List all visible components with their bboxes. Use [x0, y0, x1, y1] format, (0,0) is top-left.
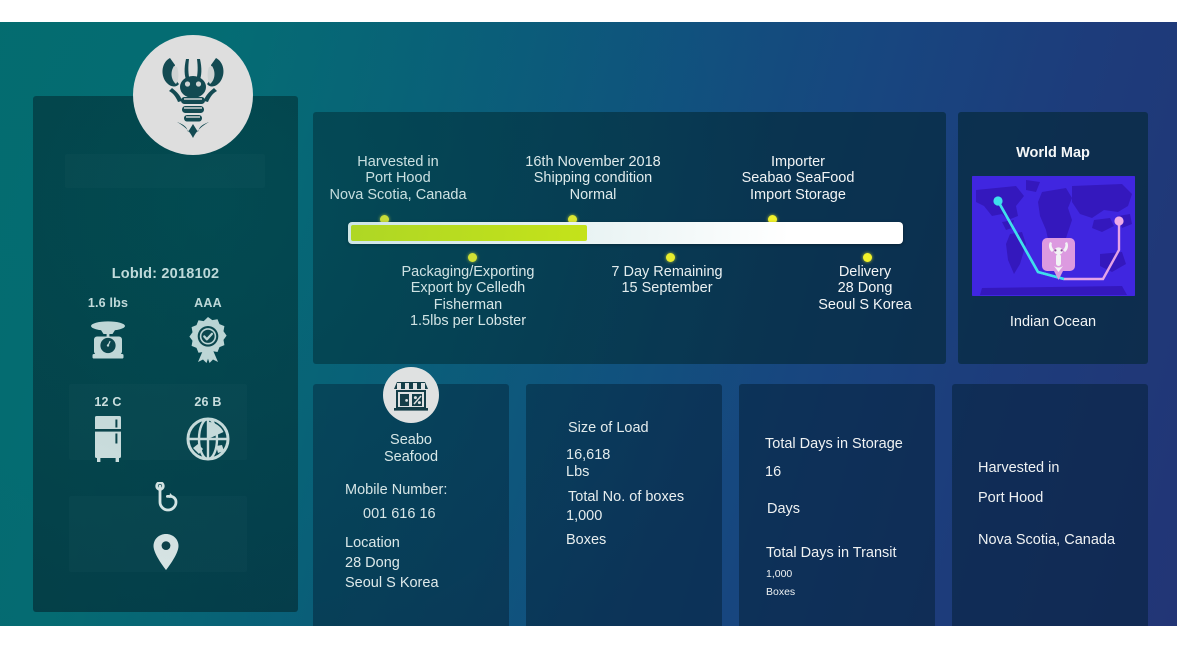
stat-temperature: 12 C — [68, 395, 148, 465]
harvest-place: Port Hood — [978, 490, 1044, 506]
dashboard-canvas: LobId: 2018102 1.6 lbs AAA 12 C 26 B Har… — [0, 22, 1177, 626]
storefront-icon — [383, 367, 439, 423]
destination-marker — [1114, 216, 1124, 226]
timeline-step-above-1: 16th November 2018 Shipping condition No… — [525, 154, 661, 203]
lobster-icon — [162, 58, 224, 138]
timeline-step-below-1: 7 Day Remaining 15 September — [611, 264, 723, 297]
load-boxes-value: 1,000 — [566, 508, 603, 524]
timeline-dot-below-2 — [863, 253, 872, 262]
days-transit-label: Total Days in Transit — [766, 545, 897, 561]
stat-temperature-value: 12 C — [94, 395, 122, 409]
load-size-label: Size of Load — [568, 420, 649, 436]
sidebar-ghost-block-1 — [65, 154, 265, 188]
days-transit-unit: Boxes — [766, 586, 796, 598]
timeline-panel: Harvested in Port Hood Nova Scotia, Cana… — [313, 112, 946, 364]
stat-batch-value: 26 B — [194, 395, 222, 409]
world-map-image[interactable] — [972, 176, 1135, 296]
harvest-card: Harvested in Port Hood Nova Scotia, Cana… — [952, 384, 1148, 626]
days-transit-value: 1,000 — [766, 568, 793, 580]
stat-grade: AAA — [168, 296, 248, 366]
stat-weight: 1.6 lbs — [68, 296, 148, 366]
map-pin-icon — [152, 533, 180, 576]
origin-marker — [993, 196, 1003, 206]
vendor-card: Seabo Seafood Mobile Number: 001 616 16 … — [313, 367, 509, 626]
world-map-caption: Indian Ocean — [1009, 314, 1097, 330]
shipment-progress-bar[interactable] — [348, 222, 903, 244]
dashboard-page: LobId: 2018102 1.6 lbs AAA 12 C 26 B Har… — [0, 0, 1177, 662]
stat-grade-value: AAA — [194, 296, 222, 310]
days-card: Total Days in Storage 16 Days Total Days… — [739, 384, 935, 626]
load-boxes-unit: Boxes — [566, 532, 607, 548]
refrigerator-icon — [68, 413, 148, 465]
stat-weight-value: 1.6 lbs — [87, 296, 129, 310]
vendor-mobile-label: Mobile Number: — [345, 482, 448, 498]
load-size-unit: Lbs — [566, 464, 590, 480]
vendor-location-line-1: 28 Dong — [345, 555, 400, 571]
harvest-label: Harvested in — [978, 460, 1060, 476]
globe-grid-icon — [168, 413, 248, 465]
timeline-step-above-0: Harvested in Port Hood Nova Scotia, Cana… — [329, 154, 467, 203]
world-map-panel: World Map Indian Ocean — [958, 112, 1148, 364]
sidebar-panel: LobId: 2018102 1.6 lbs AAA 12 C 26 B — [33, 35, 298, 612]
quality-badge-icon — [168, 314, 248, 366]
fishing-hook-icon — [151, 481, 181, 533]
kitchen-scale-icon — [68, 314, 148, 366]
vendor-name: Seabo Seafood — [383, 432, 439, 465]
lobster-logo — [133, 35, 253, 155]
world-map-title: World Map — [1016, 145, 1090, 161]
lob-id-label: LobId: 2018102 — [111, 266, 220, 282]
stat-batch: 26 B — [168, 395, 248, 465]
vendor-mobile-value: 001 616 16 — [363, 506, 436, 522]
harvest-region: Nova Scotia, Canada — [978, 532, 1116, 548]
load-card: Size of Load 16,618 Lbs Total No. of box… — [526, 384, 722, 626]
days-storage-value: 16 — [765, 464, 782, 480]
timeline-step-above-2: Importer Seabao SeaFood Import Storage — [741, 154, 855, 203]
timeline-step-below-2: Delivery 28 Dong Seoul S Korea — [818, 264, 912, 313]
timeline-dot-below-1 — [666, 253, 675, 262]
vendor-location-line-2: Seoul S Korea — [345, 575, 439, 591]
timeline-dot-below-0 — [468, 253, 477, 262]
days-storage-unit: Days — [767, 501, 801, 517]
shipment-progress-fill — [351, 225, 588, 241]
vendor-location-label: Location — [345, 535, 400, 551]
days-storage-label: Total Days in Storage — [765, 436, 903, 452]
timeline-step-below-0: Packaging/Exporting Export by Celledh Fi… — [401, 264, 535, 329]
load-boxes-label: Total No. of boxes — [568, 489, 685, 505]
